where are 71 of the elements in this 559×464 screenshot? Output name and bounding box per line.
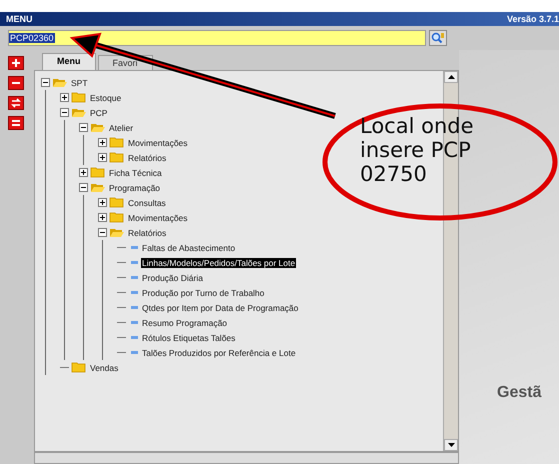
folder-icon (109, 197, 125, 208)
tree-item[interactable]: Movimentações (127, 138, 189, 148)
arrows-icon (10, 97, 22, 109)
tree-item[interactable]: Produção por Turno de Trabalho (141, 288, 266, 298)
tab[interactable]: Menu (42, 53, 96, 70)
plus-icon (10, 57, 22, 69)
expand-toggle[interactable] (98, 198, 107, 207)
command-field[interactable]: PCP02360 (8, 30, 426, 46)
tree-item[interactable]: Relatórios (127, 228, 168, 238)
tree-item[interactable]: Atelier (108, 122, 134, 132)
tree-item[interactable]: Talões Produzidos por Referência e Lote (141, 348, 297, 358)
tree-item[interactable]: SPT (70, 78, 89, 88)
callout-text: Local onde insere PCP 02750 (360, 114, 474, 186)
scroll-up-button[interactable] (444, 71, 458, 83)
tree-item[interactable]: Qtdes por Item por Data de Programação (141, 302, 300, 312)
up-triangle-icon (448, 75, 454, 79)
search-button[interactable] (429, 30, 447, 46)
document-icon (131, 260, 139, 266)
tree-item[interactable]: Programação (108, 182, 162, 192)
document-icon (131, 334, 139, 340)
expand-toggle[interactable] (60, 93, 69, 102)
collapse-toggle[interactable] (79, 123, 88, 132)
window-title: MENU (6, 14, 32, 24)
folder-icon (109, 227, 125, 238)
document-icon (131, 350, 139, 356)
tree-item[interactable]: Vendas (89, 362, 120, 372)
version-label: Versão 3.7.1 (506, 14, 559, 24)
tree-item[interactable]: Ficha Técnica (108, 168, 163, 178)
document-icon (131, 274, 139, 280)
folder-icon (109, 152, 125, 163)
folder-icon (71, 92, 87, 103)
collapse-toggle[interactable] (60, 108, 69, 117)
refresh-button[interactable] (8, 96, 24, 110)
tree-item[interactable]: Faltas de Abastecimento (141, 242, 236, 252)
expand-toggle[interactable] (98, 153, 107, 162)
expand-toggle[interactable] (98, 213, 107, 222)
folder-icon (109, 212, 125, 223)
tree-item[interactable]: Resumo Programação (141, 318, 228, 328)
tree-item[interactable]: Relatórios (127, 152, 168, 162)
tree-item[interactable]: Consultas (127, 198, 167, 208)
tree-item[interactable]: PCP (89, 108, 108, 118)
document-icon (131, 304, 139, 310)
expand-toggle[interactable] (79, 168, 88, 177)
tree-item[interactable]: Produção Diária (141, 272, 204, 282)
document-icon (131, 290, 139, 296)
expand-all-button[interactable] (8, 56, 24, 70)
down-triangle-icon (448, 443, 454, 447)
tree-item[interactable]: Estoque (89, 92, 122, 102)
document-icon (131, 244, 139, 250)
list-button[interactable] (8, 116, 24, 130)
tree-item[interactable]: Movimentações (127, 212, 189, 222)
collapse-toggle[interactable] (79, 183, 88, 192)
collapse-toggle[interactable] (98, 228, 107, 237)
folder-icon (71, 107, 87, 118)
tree-item[interactable]: Linhas/Modelos/Pedidos/Talões por Lote (141, 258, 296, 268)
folder-icon (90, 167, 106, 178)
folder-icon (90, 122, 106, 133)
tree-item[interactable]: Rótulos Etiquetas Talões (141, 332, 236, 342)
equals-icon (10, 117, 22, 129)
collapse-toggle[interactable] (41, 78, 50, 87)
folder-icon (90, 182, 106, 193)
horizontal-scrollbar[interactable] (34, 452, 459, 464)
document-icon (131, 320, 139, 326)
folder-icon (71, 362, 87, 373)
scroll-down-button[interactable] (444, 439, 458, 451)
search-icon (431, 32, 445, 44)
folder-icon (109, 137, 125, 148)
expand-toggle[interactable] (98, 138, 107, 147)
collapse-all-button[interactable] (8, 76, 24, 90)
caption-text: Gestã (496, 384, 542, 402)
folder-icon (52, 77, 68, 88)
